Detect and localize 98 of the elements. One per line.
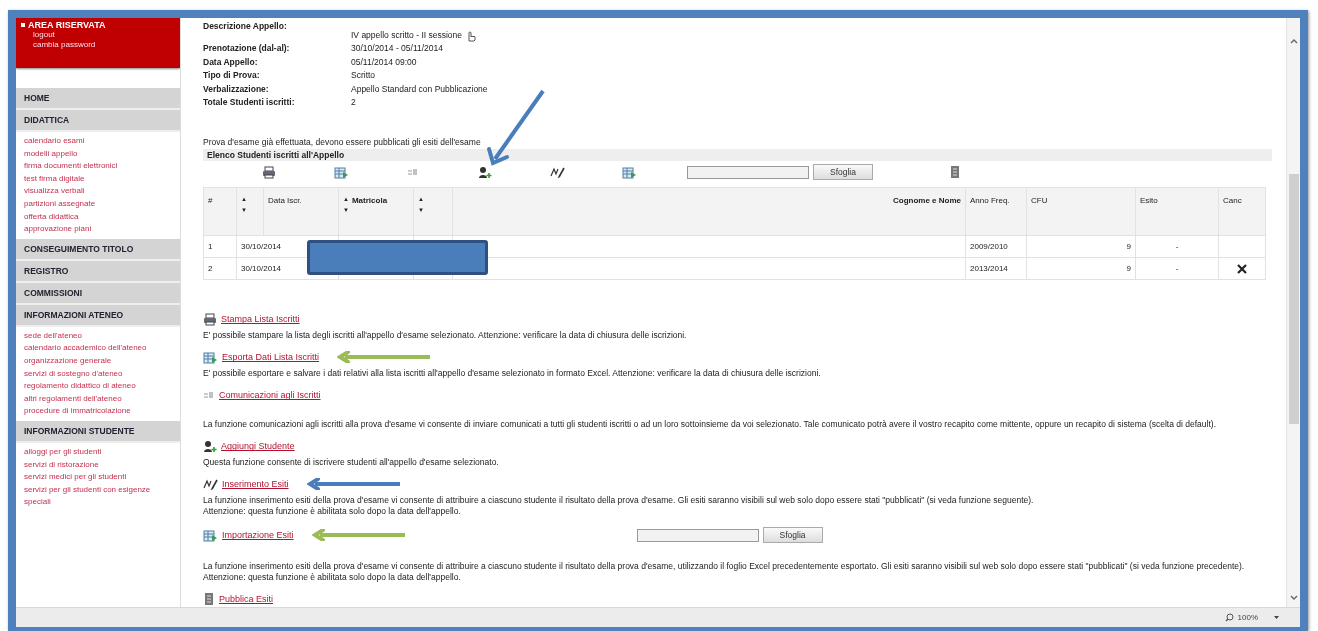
function-link[interactable]: Inserimento Esiti	[222, 479, 289, 490]
menu-header[interactable]: INFORMAZIONI STUDENTE	[16, 420, 180, 443]
table-cell: -	[1175, 264, 1179, 274]
scroll-down-icon[interactable]	[1289, 595, 1298, 601]
printer-icon[interactable]	[203, 312, 217, 326]
zoom-level[interactable]: 100%	[1237, 613, 1258, 622]
hand-cursor-icon	[466, 29, 477, 43]
menu-header[interactable]: CONSEGUIMENTO TITOLO	[16, 238, 180, 261]
column-header[interactable]: Esito	[1140, 196, 1158, 206]
document-icon[interactable]	[949, 165, 961, 180]
scrollbar-thumb[interactable]	[1288, 174, 1299, 424]
description-text: La funzione inserimento esiti della prova d'esame vi consente di attribuire a ciascuno studente il risultato della prova d'esame. Gli esiti saranno visibili sul web solo dopo essere stati "pubblicati" (si veda funzione seguente). Attenzione: questa funzione è abilitata solo dopo la data dell'appello.	[203, 495, 1035, 518]
field-label: Totale Studenti iscritti:	[203, 96, 296, 110]
menu-item[interactable]: sede dell'ateneo	[16, 329, 180, 343]
menu-item[interactable]: test firma digitale	[16, 172, 180, 186]
area-title: AREA RISERVATA	[28, 20, 106, 30]
spreadsheet-icon[interactable]	[203, 528, 218, 542]
menu-item[interactable]: calendario accademico dell'ateneo	[16, 342, 180, 355]
printer-icon[interactable]	[262, 165, 276, 179]
field-label: Tipo di Prova:	[203, 69, 261, 83]
field-value: Appello Standard con Pubblicazione	[351, 82, 488, 96]
menu-item[interactable]: calendario esami	[16, 135, 180, 148]
field-value: Scritto	[351, 69, 376, 83]
pencil-icon[interactable]	[203, 478, 218, 491]
column-header[interactable]: #	[208, 196, 213, 206]
delete-icon[interactable]	[1237, 263, 1247, 274]
scroll-up-icon[interactable]	[1289, 38, 1298, 44]
menu-header[interactable]: DIDATTICA	[16, 110, 180, 132]
document-icon[interactable]	[203, 592, 215, 607]
file-input[interactable]	[687, 165, 809, 179]
table-cell: 2013/2014	[970, 264, 1008, 274]
menu-header[interactable]: REGISTRO	[16, 260, 180, 283]
table-cell: 2	[208, 264, 213, 274]
column-header[interactable]: Anno Freq.	[970, 196, 1010, 206]
menu-header[interactable]: INFORMAZIONI ATENEO	[16, 304, 180, 327]
function-link[interactable]: Importazione Esiti	[222, 530, 294, 541]
menu-item[interactable]: offerta didattica	[16, 210, 180, 224]
field-label: Verbalizzazione:	[203, 82, 270, 96]
field-label: Data Appello:	[203, 55, 259, 69]
section-header: Elenco Studenti iscritti all'Appello	[203, 149, 1272, 162]
column-header[interactable]: CFU	[1031, 196, 1048, 206]
menu-item[interactable]: servizi per gli studenti con esigenze speciali	[16, 483, 180, 509]
file-input[interactable]	[636, 528, 759, 542]
menu-item[interactable]: regolamento didattico di ateneo	[16, 380, 180, 393]
pencil-icon[interactable]	[549, 166, 565, 179]
column-header[interactable]: Data Iscr.	[268, 196, 302, 206]
function-link[interactable]: Esporta Dati Lista Iscritti	[222, 352, 320, 363]
menu-item[interactable]: alloggi per gli studenti	[16, 445, 180, 459]
spreadsheet-icon[interactable]	[621, 165, 637, 179]
description-text: E' possibile stampare la lista degli iscritti all'appello d'esame selezionato. Attenzione: verificare la data di chiusura delle iscrizioni.	[203, 330, 688, 342]
menu-item[interactable]: organizzazione generale	[16, 354, 180, 368]
column-header[interactable]: Matricola	[351, 196, 388, 206]
zoom-icon[interactable]	[1224, 613, 1234, 622]
table-cell: 1	[208, 242, 213, 252]
bullet-icon	[21, 23, 25, 27]
browse-button[interactable]: Sfoglia	[813, 164, 873, 181]
function-link[interactable]: Aggiungi Studente	[221, 441, 295, 452]
add-user-icon[interactable]	[203, 439, 217, 453]
description-text: La funzione comunicazioni agli iscritti alla prova d'esame vi consente di inviare comunicati a tutti gli studenti iscritti o ad un loro sottoinsieme da voi selezionato. Tale comunicato potrà avere il vostro recapito come mittente, oppure un recapito di sistema (scelta di default).	[203, 419, 1217, 431]
menu-item[interactable]: firma documenti elettronici	[16, 160, 180, 173]
spreadsheet-icon[interactable]	[203, 350, 218, 364]
menu-item[interactable]: servizi di sostegno d'ateneo	[16, 367, 180, 381]
notice-text: Prova d'esame già effettuata, devono essere pubblicati gli esiti dell'esame	[203, 137, 482, 148]
menu-header[interactable]: COMMISSIONI	[16, 282, 180, 305]
column-header[interactable]: Cognome e Nome	[893, 196, 961, 206]
menu-header[interactable]: HOME	[16, 88, 180, 110]
menu-item[interactable]: servizi di ristorazione	[16, 458, 180, 472]
table-cell: -	[1175, 242, 1179, 252]
menu-item[interactable]: procedure di immatricolazione	[16, 405, 180, 418]
description-text: E' possibile esportare e salvare i dati relativi alla lista iscritti all'appello d'esame selezionato in formato Excel. Attenzione: verificare la data di chiusura delle iscrizioni.	[203, 368, 822, 380]
table-cell: 30/10/2014	[241, 242, 282, 252]
field-value: 05/11/2014 09:00	[351, 55, 417, 69]
menu-item[interactable]: approvazione piani	[16, 223, 180, 236]
table-cell: 9	[1126, 242, 1131, 252]
field-value: 2	[351, 96, 356, 110]
spreadsheet-icon[interactable]	[333, 165, 349, 179]
description-text: Questa funzione consente di iscrivere studenti all'appello d'esame selezionato.	[203, 457, 500, 469]
table-cell: 30/10/2014	[241, 264, 282, 274]
column-header[interactable]: Canc	[1223, 196, 1242, 206]
table-cell: 9	[1126, 264, 1131, 274]
browse-button[interactable]: Sfoglia	[762, 527, 823, 544]
field-value: 30/10/2014 - 05/11/2014	[351, 42, 443, 56]
sidebar-link[interactable]: cambia password	[33, 40, 176, 50]
menu-item[interactable]: modelli appello	[16, 147, 180, 161]
sidebar-link[interactable]: logout	[33, 30, 176, 40]
table-cell: 2009/2010	[970, 242, 1008, 252]
field-value: IV appello scritto - II sessione	[351, 29, 463, 42]
add-user-icon[interactable]	[478, 165, 492, 179]
field-label: Descrizione Appello:	[203, 20, 288, 33]
menu-item[interactable]: altri regolamenti dell'ateneo	[16, 392, 180, 406]
menu-item[interactable]: partizioni assegnate	[16, 197, 180, 211]
function-link[interactable]: Comunicazioni agli Iscritti	[219, 390, 321, 401]
field-label: Prenotazione (dal-al):	[203, 42, 291, 56]
menu-item[interactable]: visualizza verbali	[16, 185, 180, 198]
description-text: La funzione inserimento esiti della prova d'esame vi consente di attribuire a ciascuno studente il risultato della prova d'esame, utilizzando il foglio Excel precedentemente esportato. Gli esiti saranno visibili sul web solo dopo essere stati "pubblicati" (si veda funzione precedente). Attenzione: questa funzione è abilitata solo dopo la data dell'appello.	[203, 561, 1246, 584]
function-link[interactable]: Pubblica Esiti	[219, 594, 274, 605]
function-link[interactable]: Stampa Lista Iscritti	[221, 314, 300, 325]
menu-item[interactable]: servizi medici per gli studenti	[16, 471, 180, 484]
